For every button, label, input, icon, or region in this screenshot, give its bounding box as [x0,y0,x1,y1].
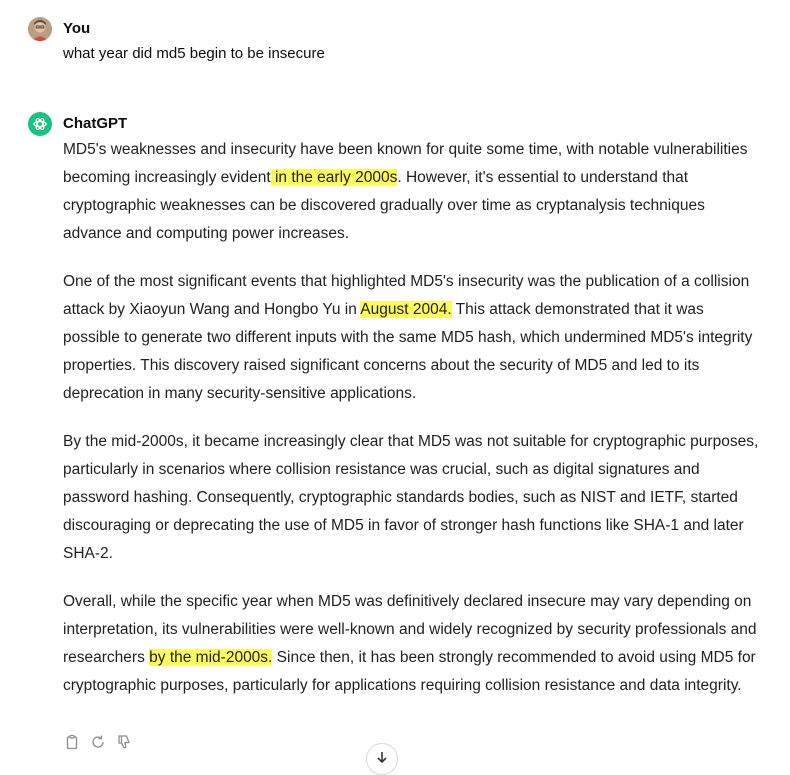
scroll-down-button[interactable] [366,743,398,775]
thumbs-down-icon[interactable] [115,733,133,751]
clipboard-icon[interactable] [63,733,81,751]
arrow-down-icon [377,752,387,764]
response-paragraph: MD5's weaknesses and insecurity have bee… [63,141,748,242]
highlight: by the mid-2000s. [149,649,273,666]
highlight: August 2004. [360,301,452,318]
regenerate-icon[interactable] [89,733,107,751]
message-actions [63,733,133,751]
user-avatar [28,17,52,41]
response-paragraph: By the mid-2000s, it became increasingly… [63,433,759,562]
user-name: You [63,20,91,37]
assistant-name: ChatGPT [63,115,128,132]
response-paragraph: One of the most significant events that … [63,273,753,402]
highlight: in the early 2000s [270,169,398,186]
chatgpt-logo-icon [28,112,52,136]
response-paragraph: Overall, while the specific year when MD… [63,593,757,694]
user-message: what year did md5 begin to be insecure [63,45,325,62]
assistant-response: MD5's weaknesses and insecurity have bee… [63,136,763,720]
